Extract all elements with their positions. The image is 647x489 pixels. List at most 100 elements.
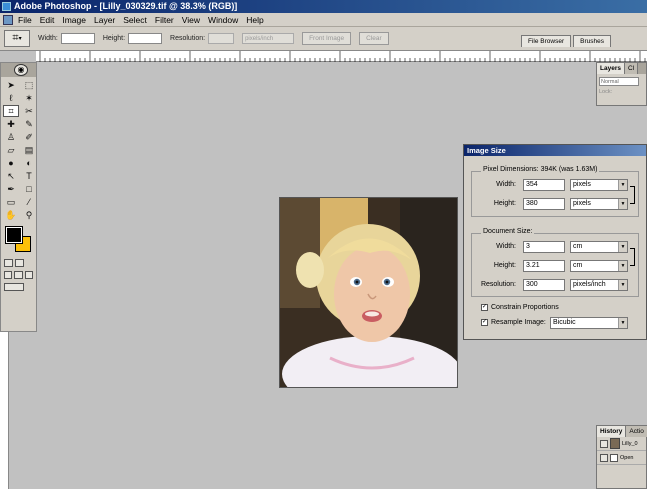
toolbox-header: ◉ (1, 63, 36, 77)
move-icon[interactable]: ➤ (3, 79, 19, 91)
pixel-width-input[interactable]: 354 (523, 179, 565, 191)
doc-width-input[interactable]: 3 (523, 241, 565, 253)
document-canvas[interactable] (279, 197, 458, 388)
brush-icon[interactable]: ✎ (21, 118, 37, 130)
chevron-down-icon: ▼ (618, 199, 627, 209)
foreground-color-swatch[interactable] (5, 226, 23, 244)
clone-stamp-icon[interactable]: ♙ (3, 131, 19, 143)
eraser-icon[interactable]: ▱ (3, 144, 19, 156)
edit-mode-row (1, 257, 36, 269)
resample-method-select[interactable]: Bicubic ▼ (550, 317, 628, 329)
chevron-down-icon: ▼ (618, 180, 627, 190)
palette-well: File Browser Brushes (519, 35, 611, 47)
pixel-height-label: Height: (493, 200, 516, 207)
menu-select[interactable]: Select (123, 15, 147, 25)
jump-row (1, 281, 36, 293)
shape-icon[interactable]: □ (21, 183, 37, 195)
dodge-icon[interactable]: ◐ (21, 157, 37, 169)
doc-height-unit-select[interactable]: cm ▼ (570, 260, 628, 272)
pixel-height-unit-select[interactable]: pixels ▼ (570, 198, 628, 210)
lasso-icon[interactable]: ℓ (3, 92, 19, 104)
imageready-jump-icon[interactable] (4, 283, 24, 291)
doc-width-label: Width: (496, 243, 516, 250)
lock-label: Lock: (599, 89, 613, 95)
blur-icon[interactable]: ● (3, 157, 19, 169)
healing-brush-icon[interactable]: ✚ (3, 118, 19, 130)
image-size-dialog: Image Size Pixel Dimensions: 394K (was 1… (463, 144, 647, 340)
layers-palette-tabs: Layers Cl (597, 63, 646, 74)
history-snapshot-row[interactable]: Lilly_0 (597, 437, 646, 451)
menu-edit[interactable]: Edit (40, 15, 55, 25)
menu-window[interactable]: Window (208, 15, 238, 25)
hand-icon[interactable]: ✋ (3, 209, 19, 221)
photoshop-app-icon (2, 2, 11, 11)
toolbox: ◉ ➤ ⬚ ℓ ✶ ⌗ ✂ ✚ ✎ ♙ ✐ ▱ ▤ ● ◐ ↖ T ✒ □ ▭ ⁄ ✋ ⚲ (0, 62, 37, 332)
document-size-label: Document Size: (481, 228, 535, 235)
menu-file[interactable]: File (18, 15, 32, 25)
width-input[interactable] (60, 33, 95, 44)
magic-wand-icon[interactable]: ✶ (21, 92, 37, 104)
screen-mode-standard-icon[interactable] (4, 271, 13, 279)
marquee-icon[interactable]: ⬚ (21, 79, 37, 91)
tool-grid: ➤ ⬚ ℓ ✶ ⌗ ✂ ✚ ✎ ♙ ✐ ▱ ▤ ● ◐ ↖ T ✒ □ ▭ ⁄ ✋ ⚲ (1, 77, 36, 223)
clear-button[interactable]: Clear (359, 32, 389, 45)
window-title: Adobe Photoshop - [Lilly_030329.tif @ 38… (14, 1, 238, 11)
resolution-input[interactable]: 300 (523, 279, 565, 291)
pen-icon[interactable]: ✒ (3, 183, 19, 195)
gradient-icon[interactable]: ▤ (21, 144, 37, 156)
menu-help[interactable]: Help (246, 15, 263, 25)
history-step-row[interactable]: Open (597, 451, 646, 465)
options-bar: ⌗ ▾ Width: Height: Resolution: pixels/inc… (0, 27, 647, 51)
chevron-down-icon: ▼ (618, 318, 627, 328)
pixel-link-bracket (630, 186, 635, 204)
resolution-unit-select[interactable]: pixels/inch ▼ (570, 279, 628, 291)
file-browser-tab[interactable]: File Browser (521, 35, 572, 47)
doc-height-input[interactable]: 3.21 (523, 260, 565, 272)
standard-mode-icon[interactable] (4, 259, 13, 267)
snapshot-thumbnail (610, 438, 620, 449)
brushes-tab[interactable]: Brushes (573, 35, 611, 47)
horizontal-ruler (36, 51, 647, 62)
pixel-dimensions-group (471, 171, 639, 217)
doc-link-bracket (630, 248, 635, 266)
history-brush-source-icon[interactable] (600, 453, 608, 462)
blend-mode-select[interactable]: Normal (599, 77, 639, 86)
tab-history[interactable]: History (597, 426, 627, 437)
screen-mode-full-icon[interactable] (24, 271, 33, 279)
menu-filter[interactable]: Filter (155, 15, 174, 25)
tool-preset-picker[interactable]: ⌗ ▾ (4, 30, 30, 47)
pixel-width-unit-select[interactable]: pixels ▼ (570, 179, 628, 191)
type-icon[interactable]: T (21, 170, 37, 182)
front-image-button[interactable]: Front Image (302, 32, 352, 45)
resample-image-checkbox[interactable]: ✓ Resample Image: (481, 319, 546, 326)
chevron-down-icon: ▾ (18, 36, 22, 42)
screen-mode-menubar-icon[interactable] (14, 271, 23, 279)
menu-layer[interactable]: Layer (94, 15, 115, 25)
resolution-unit-select[interactable]: pixels/inch (242, 33, 295, 44)
history-brush-icon[interactable]: ✐ (21, 131, 37, 143)
resolution-input[interactable] (208, 33, 235, 44)
tab-channels[interactable]: Cl (624, 63, 639, 74)
menu-view[interactable]: View (182, 15, 200, 25)
constrain-proportions-checkbox[interactable]: ✓ Constrain Proportions (481, 304, 559, 311)
history-palette: History Actio Lilly_0 Open (596, 425, 647, 489)
slice-icon[interactable]: ✂ (21, 105, 37, 117)
notes-icon[interactable]: ▭ (3, 196, 19, 208)
tab-actions[interactable]: Actio (626, 426, 647, 437)
tab-layers[interactable]: Layers (597, 63, 625, 74)
quick-mask-icon[interactable] (15, 259, 24, 267)
dialog-title: Image Size (464, 145, 646, 156)
pixel-height-input[interactable]: 380 (523, 198, 565, 210)
history-brush-source-icon[interactable] (600, 439, 608, 448)
document-icon[interactable] (3, 14, 13, 25)
eyedropper-icon[interactable]: ⁄ (21, 196, 37, 208)
height-input[interactable] (128, 33, 163, 44)
doc-width-unit-select[interactable]: cm ▼ (570, 241, 628, 253)
zoom-icon[interactable]: ⚲ (21, 209, 37, 221)
width-label: Width: (38, 35, 58, 42)
crop-icon[interactable]: ⌗ (3, 105, 19, 117)
adobe-online-icon[interactable]: ◉ (14, 64, 28, 76)
path-select-icon[interactable]: ↖ (3, 170, 19, 182)
chevron-down-icon: ▼ (618, 261, 627, 271)
menu-image[interactable]: Image (62, 15, 86, 25)
